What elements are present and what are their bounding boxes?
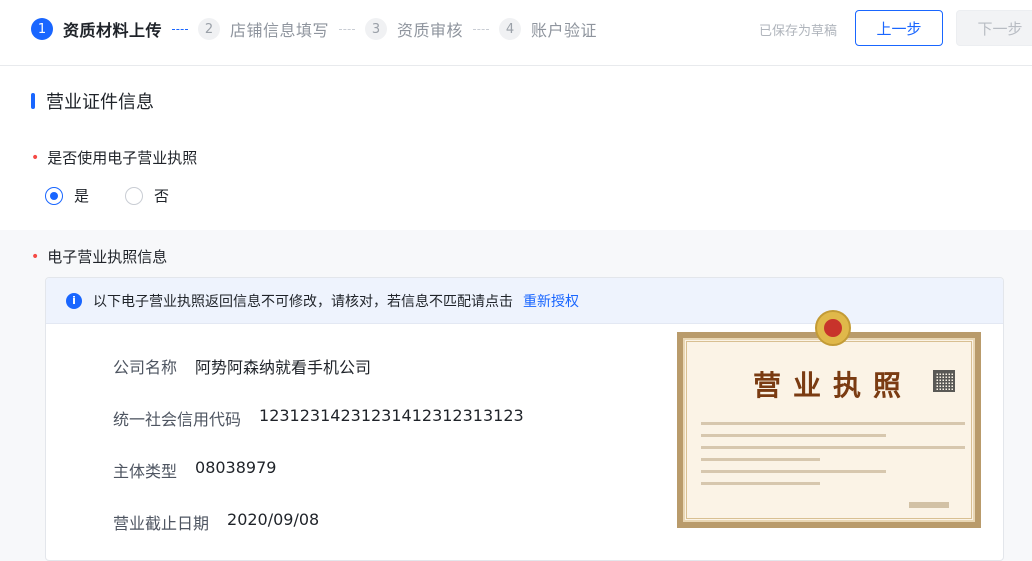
e-license-info-label-text: 电子营业执照信息 [47, 248, 168, 266]
required-mark: • [31, 248, 40, 265]
e-license-info-card: i 以下电子营业执照返回信息不可修改，请核对，若信息不匹配请点击 重新授权 公司… [45, 277, 1004, 561]
national-emblem-icon [815, 310, 851, 346]
license-line [701, 422, 965, 425]
reauthorize-link[interactable]: 重新授权 [523, 291, 579, 311]
business-end-date-key: 营业截止日期 [113, 514, 210, 533]
business-end-date-value: 2020/09/08 [227, 510, 320, 529]
entity-type-value: 08038979 [195, 458, 277, 477]
credit-code-key: 统一社会信用代码 [113, 410, 242, 429]
step-divider [339, 28, 356, 30]
info-notice: i 以下电子营业执照返回信息不可修改，请核对，若信息不匹配请点击 重新授权 [46, 278, 1003, 324]
company-name-key: 公司名称 [113, 358, 178, 377]
qr-code-icon [933, 370, 955, 392]
step-3-number: 3 [365, 18, 388, 40]
credit-code-row: 统一社会信用代码 1231231423123141231231312​3 [113, 406, 524, 430]
required-mark: • [31, 149, 40, 166]
section-title: 营业证件信息 [31, 88, 154, 114]
entity-type-row: 主体类型 08038979 [113, 458, 276, 482]
business-end-date-row: 营业截止日期 2020/09/08 [113, 510, 319, 534]
license-registration-line [909, 502, 949, 508]
step-indicator: 1 资质材料上传 2 店铺信息填写 3 资质审核 4 账户验证 [31, 17, 597, 41]
radio-yes-circle[interactable] [45, 186, 63, 205]
step-1-label: 资质材料上传 [63, 21, 163, 40]
company-name-value: 阿势阿森纳就看手机公司 [195, 358, 372, 377]
license-text-lines [701, 422, 965, 494]
next-step-button[interactable]: 下一步 [956, 10, 1032, 46]
radio-no-label[interactable]: 否 [154, 185, 169, 206]
radio-yes[interactable]: 是 [45, 185, 89, 206]
use-e-license-radio-group: 是 否 [45, 185, 205, 206]
entity-type-key: 主体类型 [113, 462, 178, 481]
step-2: 2 店铺信息填写 [198, 17, 329, 41]
license-line [701, 446, 965, 449]
step-4: 4 账户验证 [499, 17, 597, 41]
step-4-number: 4 [499, 18, 522, 40]
license-inner-border: 营业执照 [686, 310, 972, 519]
step-3-label: 资质审核 [397, 21, 464, 40]
e-license-info-label: • 电子营业执照信息 [31, 246, 167, 267]
credit-code-value: 1231231423123141231231312​3 [259, 406, 524, 425]
license-line [701, 434, 886, 437]
draft-status: 已保存为草稿 [759, 24, 838, 39]
license-line [701, 470, 886, 473]
license-line [701, 458, 820, 461]
radio-yes-label[interactable]: 是 [74, 185, 89, 206]
step-4-label: 账户验证 [531, 21, 598, 40]
step-2-label: 店铺信息填写 [230, 21, 330, 40]
step-divider [473, 28, 490, 30]
step-divider [172, 28, 189, 30]
use-e-license-label: • 是否使用电子营业执照 [31, 147, 197, 168]
step-1-number: 1 [31, 18, 53, 40]
license-line [701, 482, 820, 485]
step-3: 3 资质审核 [365, 17, 463, 41]
use-e-license-label-text: 是否使用电子营业执照 [47, 149, 198, 167]
step-1: 1 资质材料上传 [31, 17, 162, 41]
radio-no-circle[interactable] [125, 186, 144, 205]
notice-text: 以下电子营业执照返回信息不可修改，请核对，若信息不匹配请点击 [93, 293, 513, 310]
radio-no[interactable]: 否 [125, 185, 169, 206]
section-title-bar [31, 93, 35, 109]
info-icon: i [66, 292, 82, 309]
section-title-text: 营业证件信息 [46, 92, 154, 113]
company-name-row: 公司名称 阿势阿森纳就看手机公司 [113, 354, 371, 378]
business-license-image: 营业执照 [677, 310, 981, 528]
header-bar: 1 资质材料上传 2 店铺信息填写 3 资质审核 4 账户验证 已保存为草稿 上… [0, 0, 1032, 66]
previous-step-button[interactable]: 上一步 [855, 10, 943, 46]
step-2-number: 2 [198, 18, 221, 40]
